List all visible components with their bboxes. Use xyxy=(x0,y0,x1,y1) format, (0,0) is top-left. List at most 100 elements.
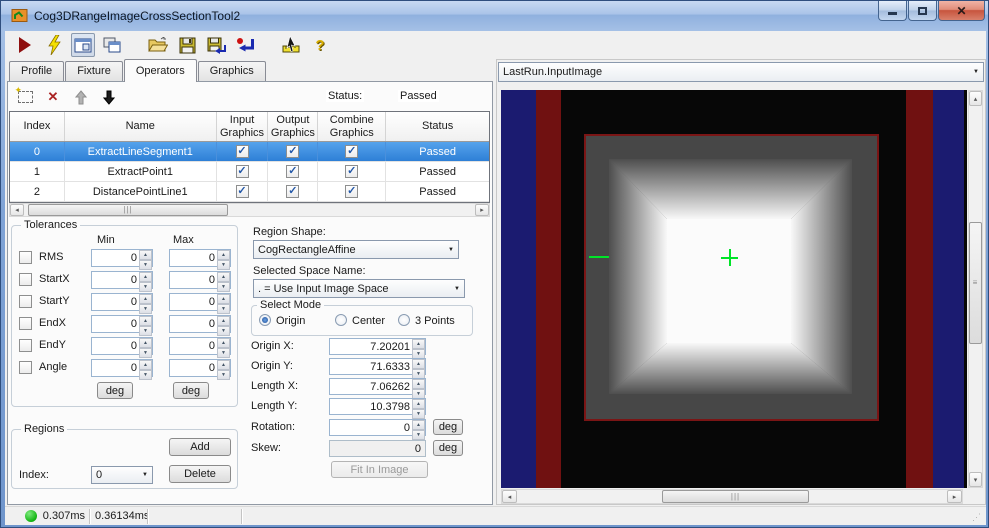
spinner-value[interactable]: 0 xyxy=(92,250,139,266)
spin-up[interactable]: ▲ xyxy=(139,360,152,370)
input-graphics-checkbox[interactable]: ✓ xyxy=(235,145,249,158)
skew-deg-units-button[interactable]: deg xyxy=(433,440,463,456)
input-graphics-checkbox[interactable]: ✓ xyxy=(235,165,249,178)
scroll-down-button[interactable]: ▾ xyxy=(969,472,982,487)
spin-down[interactable]: ▼ xyxy=(217,282,230,292)
length-x-spinner[interactable]: 7.06262 ▲ ▼ xyxy=(329,378,426,399)
spin-down[interactable]: ▼ xyxy=(139,282,152,292)
col-header-input-graphics[interactable]: Input Graphics xyxy=(217,112,269,141)
help-button[interactable]: ? xyxy=(308,33,332,57)
output-graphics-checkbox[interactable]: ✓ xyxy=(286,185,300,198)
spin-up[interactable]: ▲ xyxy=(217,272,230,282)
origin-radio[interactable] xyxy=(259,314,271,326)
spinner-value[interactable]: 0 xyxy=(330,420,412,435)
open-button[interactable] xyxy=(146,33,170,57)
spin-up[interactable]: ▲ xyxy=(139,294,152,304)
spinner-value[interactable]: 0 xyxy=(92,338,139,354)
tab-graphics[interactable]: Graphics xyxy=(197,61,266,81)
close-button[interactable]: ✕ xyxy=(938,1,985,21)
spin-up[interactable]: ▲ xyxy=(412,339,425,349)
spin-down[interactable]: ▼ xyxy=(412,409,425,419)
spin-down[interactable]: ▼ xyxy=(139,326,152,336)
move-down-button[interactable] xyxy=(99,88,119,106)
spinner-value[interactable]: 0 xyxy=(92,272,139,288)
spin-down[interactable]: ▼ xyxy=(217,326,230,336)
tab-operators[interactable]: Operators xyxy=(123,59,197,82)
spin-up[interactable]: ▲ xyxy=(139,250,152,260)
startx-min-spinner[interactable]: 0 ▲ ▼ xyxy=(91,271,153,292)
spin-up[interactable]: ▲ xyxy=(217,316,230,326)
spin-up[interactable]: ▲ xyxy=(412,420,425,430)
scroll-up-button[interactable]: ▴ xyxy=(969,91,982,106)
show-image-display-button[interactable] xyxy=(71,33,95,57)
angle-checkbox[interactable] xyxy=(19,361,32,374)
combine-graphics-checkbox[interactable]: ✓ xyxy=(345,145,359,158)
combine-graphics-checkbox[interactable]: ✓ xyxy=(345,185,359,198)
spinner-value[interactable]: 71.6333 xyxy=(330,359,412,374)
measure-tool-button[interactable] xyxy=(279,33,303,57)
image-vscrollbar[interactable]: ▴ ≡ ▾ xyxy=(968,90,983,488)
max-deg-units-button[interactable]: deg xyxy=(173,382,209,399)
spin-down[interactable]: ▼ xyxy=(139,348,152,358)
col-header-status[interactable]: Status xyxy=(386,112,489,141)
col-header-combine-graphics[interactable]: Combine Graphics xyxy=(318,112,387,141)
move-up-button[interactable] xyxy=(71,88,91,106)
spin-up[interactable]: ▲ xyxy=(217,338,230,348)
spin-down[interactable]: ▼ xyxy=(139,260,152,270)
table-row[interactable]: 1 ExtractPoint1 ✓ ✓ ✓ Passed xyxy=(10,162,489,182)
endy-max-spinner[interactable]: 0 ▲ ▼ xyxy=(169,337,231,358)
range-image-canvas[interactable] xyxy=(501,90,967,488)
angle-min-spinner[interactable]: 0 ▲ ▼ xyxy=(91,359,153,380)
add-region-button[interactable]: Add xyxy=(169,438,231,456)
col-header-index[interactable]: Index xyxy=(10,112,65,141)
spinner-value[interactable]: 7.06262 xyxy=(330,379,412,394)
spin-up[interactable]: ▲ xyxy=(139,272,152,282)
spinner-value[interactable]: 0 xyxy=(92,294,139,310)
spin-down[interactable]: ▼ xyxy=(139,304,152,314)
rotation-spinner[interactable]: 0 ▲ ▼ xyxy=(329,419,426,440)
starty-min-spinner[interactable]: 0 ▲ ▼ xyxy=(91,293,153,314)
spinner-value[interactable]: 0 xyxy=(92,316,139,332)
tab-profile[interactable]: Profile xyxy=(9,61,65,81)
spin-up[interactable]: ▲ xyxy=(412,399,425,409)
spin-up[interactable]: ▲ xyxy=(139,338,152,348)
scroll-right-button[interactable]: ▸ xyxy=(947,490,962,503)
title-bar[interactable]: Cog3DRangeImageCrossSectionTool2 ✕ xyxy=(1,1,988,31)
col-header-name[interactable]: Name xyxy=(65,112,217,141)
spin-up[interactable]: ▲ xyxy=(217,360,230,370)
scroll-thumb[interactable]: ||| xyxy=(28,204,228,216)
spinner-value[interactable]: 0 xyxy=(170,360,217,376)
resize-grip[interactable]: ⋰ xyxy=(972,512,982,523)
endy-min-spinner[interactable]: 0 ▲ ▼ xyxy=(91,337,153,358)
run-button[interactable] xyxy=(13,33,37,57)
spin-down[interactable]: ▼ xyxy=(217,348,230,358)
min-deg-units-button[interactable]: deg xyxy=(97,382,133,399)
scroll-thumb[interactable]: ≡ xyxy=(969,222,982,344)
center-radio[interactable] xyxy=(335,314,347,326)
save-button[interactable] xyxy=(175,33,199,57)
origin-y-spinner[interactable]: 71.6333 ▲ ▼ xyxy=(329,358,426,379)
rotation-deg-units-button[interactable]: deg xyxy=(433,419,463,435)
endx-checkbox[interactable] xyxy=(19,317,32,330)
region-index-combo[interactable]: 0 ▼ xyxy=(91,466,153,484)
output-graphics-checkbox[interactable]: ✓ xyxy=(286,145,300,158)
delete-operator-button[interactable]: ✕ xyxy=(43,88,63,106)
three-points-radio[interactable] xyxy=(398,314,410,326)
spin-up[interactable]: ▲ xyxy=(139,316,152,326)
spin-down[interactable]: ▼ xyxy=(412,430,425,440)
center-radio-label[interactable]: Center xyxy=(352,315,385,327)
spinner-value[interactable]: 7.20201 xyxy=(330,339,412,354)
endx-min-spinner[interactable]: 0 ▲ ▼ xyxy=(91,315,153,336)
import-button[interactable] xyxy=(233,33,257,57)
image-hscrollbar[interactable]: ◂ ||| ▸ xyxy=(501,489,963,504)
rms-min-spinner[interactable]: 0 ▲ ▼ xyxy=(91,249,153,270)
startx-checkbox[interactable] xyxy=(19,273,32,286)
rms-checkbox[interactable] xyxy=(19,251,32,264)
maximize-button[interactable] xyxy=(908,1,937,21)
spinner-value[interactable]: 0 xyxy=(170,250,217,266)
tab-fixture[interactable]: Fixture xyxy=(65,61,123,81)
space-name-combo[interactable]: . = Use Input Image Space ▼ xyxy=(253,279,465,298)
point-result-crosshair-graphic[interactable] xyxy=(721,249,738,266)
input-graphics-checkbox[interactable]: ✓ xyxy=(235,185,249,198)
region-shape-combo[interactable]: CogRectangleAffine ▼ xyxy=(253,240,459,259)
